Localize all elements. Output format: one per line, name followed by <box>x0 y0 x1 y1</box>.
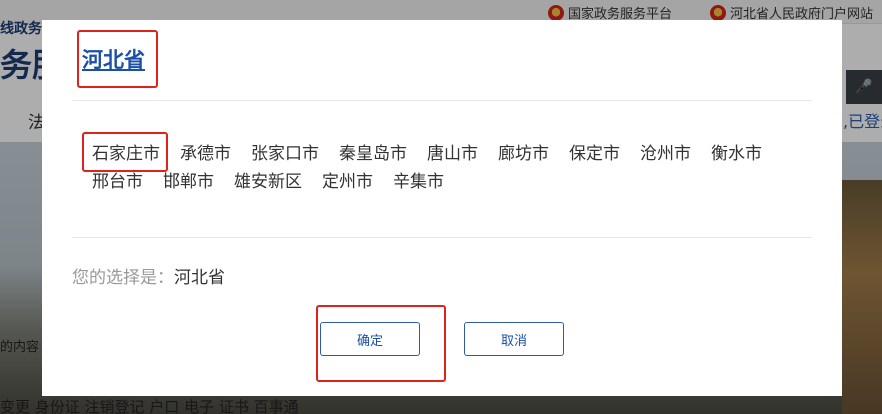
divider <box>72 100 812 101</box>
city-item-hengshui[interactable]: 衡水市 <box>711 144 762 165</box>
city-item-tangshan[interactable]: 唐山市 <box>427 144 478 165</box>
city-item-xiongan[interactable]: 雄安新区 <box>234 172 302 193</box>
city-item-cangzhou[interactable]: 沧州市 <box>640 144 691 165</box>
confirm-button[interactable]: 确定 <box>320 322 420 356</box>
city-item-langfang[interactable]: 廊坊市 <box>498 144 549 165</box>
city-list: 石家庄市 承德市 张家口市 秦皇岛市 唐山市 廊坊市 保定市 沧州市 衡水市 邢… <box>92 144 812 193</box>
city-item-handan[interactable]: 邯郸市 <box>163 172 214 193</box>
selection-value: 河北省 <box>174 268 225 288</box>
current-selection: 您的选择是：河北省 <box>72 263 225 288</box>
city-item-xingtai[interactable]: 邢台市 <box>92 172 143 193</box>
province-title[interactable]: 河北省 <box>82 44 145 74</box>
cancel-button[interactable]: 取消 <box>464 322 564 356</box>
city-item-shijiazhuang[interactable]: 石家庄市 <box>92 144 160 165</box>
region-select-dialog: 河北省 石家庄市 承德市 张家口市 秦皇岛市 唐山市 廊坊市 保定市 沧州市 衡… <box>42 20 842 396</box>
city-item-zhangjiakou[interactable]: 张家口市 <box>251 144 319 165</box>
selection-label: 您的选择是： <box>72 268 174 288</box>
city-item-baoding[interactable]: 保定市 <box>569 144 620 165</box>
divider <box>72 237 812 238</box>
city-item-xinji[interactable]: 辛集市 <box>393 172 444 193</box>
city-item-chengde[interactable]: 承德市 <box>180 144 231 165</box>
city-item-dingzhou[interactable]: 定州市 <box>322 172 373 193</box>
city-item-qinhuangdao[interactable]: 秦皇岛市 <box>339 144 407 165</box>
